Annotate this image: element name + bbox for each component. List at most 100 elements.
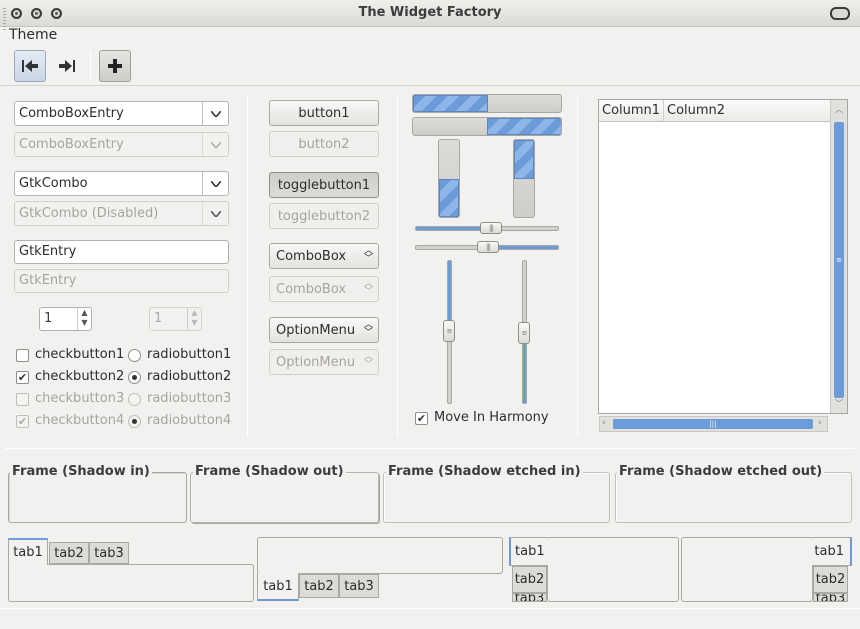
hscale-2-thumb[interactable]: ||| (477, 241, 499, 253)
updown-chevron-icon: ︿ ﹀ (363, 279, 373, 297)
notebook-left-tab1[interactable]: tab1 (509, 537, 548, 566)
radiobutton4-label: radiobutton4 (147, 413, 232, 428)
spin-up-icon[interactable]: ▲ (78, 308, 91, 318)
progress-bar-horizontal-1 (412, 94, 562, 113)
progress-fill (439, 179, 459, 217)
column2-header[interactable]: Column2 (664, 100, 828, 121)
notebook-right-tab2[interactable]: tab2 (813, 566, 848, 593)
horizontal-separator (5, 448, 855, 449)
optionmenu-disabled-label: OptionMenu (276, 354, 356, 370)
vertical-scrollbar[interactable]: ︿ ≡ ﹀ (830, 100, 847, 413)
column-separator (247, 96, 248, 436)
notebook-right-tab3[interactable]: tab3 (813, 593, 848, 602)
progress-bar-vertical-2 (513, 139, 535, 218)
toolbar-grip[interactable] (3, 8, 6, 30)
checkbutton2-label[interactable]: checkbutton2 (35, 369, 124, 384)
horizontal-scrollbar-thumb[interactable]: ||| (613, 419, 813, 429)
notebook-top-tab3[interactable]: tab3 (89, 542, 129, 564)
radiobutton1-label[interactable]: radiobutton1 (147, 347, 231, 362)
spin-button-disabled: 1 ▲ ▼ (149, 307, 202, 331)
togglebutton2: togglebutton2 (269, 203, 379, 229)
togglebutton1[interactable]: togglebutton1 (269, 172, 379, 198)
updown-chevron-icon[interactable]: ︿ ﹀ (364, 247, 373, 264)
spin-up-icon: ▲ (191, 308, 198, 317)
chevron-down-icon[interactable] (202, 172, 228, 195)
hscale-1-thumb[interactable]: ||| (480, 222, 502, 234)
vscale-1-thumb[interactable]: ≡ (443, 320, 455, 342)
optionmenu-label[interactable]: OptionMenu (276, 323, 355, 338)
gtk-entry[interactable]: GtkEntry (14, 240, 229, 264)
menubar: Theme (0, 27, 860, 47)
notebook-top-pane (8, 564, 254, 602)
scroll-right-icon[interactable]: › (818, 418, 822, 428)
combo-box-entry-disabled-text: ComboBoxEntry (19, 137, 124, 152)
checkbutton2-box[interactable]: ✔ (16, 371, 29, 384)
radiobutton2-label[interactable]: radiobutton2 (147, 369, 231, 384)
toolbar-separator (90, 52, 91, 80)
notebook-top-tab1[interactable]: tab1 (8, 538, 48, 565)
go-first-button[interactable] (14, 50, 46, 82)
scroll-up-icon[interactable]: ︿ (835, 104, 843, 115)
chevron-down-icon (202, 202, 228, 225)
frame-shadow-in (8, 472, 187, 523)
radiobutton2-circle[interactable] (128, 371, 141, 384)
checkbutton4-box: ✔ (16, 415, 29, 428)
notebook-top-tab2[interactable]: tab2 (49, 542, 89, 564)
notebook-bottom-tab1[interactable]: tab1 (257, 573, 299, 601)
gtk-combo-disabled-text: GtkCombo (Disabled) (19, 206, 159, 221)
frame-shadow-out-label: Frame (Shadow out) (193, 464, 346, 479)
scroll-left-icon[interactable]: ‹ (602, 418, 606, 428)
radiobutton1-circle[interactable] (128, 349, 141, 362)
restore-window-button[interactable] (830, 7, 850, 20)
updown-chevron-icon[interactable]: ︿ ﹀ (364, 321, 373, 338)
spin-button[interactable]: 1 ▲ ▼ (39, 307, 92, 331)
combobox-disabled: ComboBox ︿ ﹀ (269, 276, 379, 302)
spin-down-icon: ▼ (191, 318, 198, 327)
gtk-combo[interactable]: GtkCombo (14, 171, 229, 196)
vertical-scrollbar-thumb[interactable]: ≡ (834, 122, 844, 398)
move-in-harmony-box[interactable]: ✔ (415, 412, 428, 425)
notebook-left-tab3[interactable]: tab3 (512, 593, 547, 602)
checkbutton3-box (16, 393, 29, 406)
gtk-combo-text[interactable]: GtkCombo (15, 176, 202, 191)
updown-chevron-icon: ︿ ﹀ (363, 352, 373, 370)
add-icon (108, 59, 122, 73)
button1[interactable]: button1 (269, 100, 379, 126)
frame-shadow-etched-in-label: Frame (Shadow etched in) (386, 464, 583, 479)
notebook-left-tab2[interactable]: tab2 (512, 566, 547, 593)
tree-view[interactable]: Column1 Column2 (598, 99, 848, 414)
move-in-harmony-label[interactable]: Move In Harmony (434, 410, 549, 425)
spin-value[interactable]: 1 (40, 308, 77, 330)
go-last-icon (59, 60, 75, 72)
spin-down-icon[interactable]: ▼ (78, 318, 91, 328)
button2: button2 (269, 131, 379, 157)
combo-box-entry[interactable]: ComboBoxEntry (14, 101, 229, 126)
notebook-right-tab1[interactable]: tab1 (812, 537, 852, 566)
tree-header: Column1 Column2 (599, 100, 847, 122)
combobox-label[interactable]: ComboBox (276, 249, 346, 264)
spin-disabled-value: 1 (154, 311, 163, 326)
optionmenu[interactable]: OptionMenu ︿ ﹀ (269, 317, 379, 343)
frame-shadow-etched-in (383, 472, 610, 523)
column-separator (397, 96, 398, 436)
notebook-bottom-tab3[interactable]: tab3 (339, 574, 379, 598)
chevron-down-icon[interactable] (202, 102, 228, 125)
column1-header[interactable]: Column1 (599, 100, 664, 121)
gtk-combo-disabled: GtkCombo (Disabled) (14, 201, 229, 226)
vscale-2-thumb[interactable]: ≡ (518, 322, 530, 344)
statusbar-separator (0, 608, 860, 609)
notebook-bottom-tab2[interactable]: tab2 (299, 574, 339, 598)
combobox[interactable]: ComboBox ︿ ﹀ (269, 243, 379, 269)
menu-theme[interactable]: Theme (9, 27, 57, 43)
progress-fill (514, 140, 534, 179)
go-last-button[interactable] (51, 50, 83, 82)
radiobutton4-circle (128, 415, 141, 428)
checkbutton1-box[interactable] (16, 349, 29, 362)
combo-box-entry-text[interactable]: ComboBoxEntry (15, 106, 202, 121)
scroll-down-icon[interactable]: ﹀ (835, 398, 843, 409)
add-button[interactable] (99, 50, 131, 82)
checkbutton3-label: checkbutton3 (35, 391, 125, 406)
progress-bar-horizontal-2 (412, 117, 562, 136)
horizontal-scrollbar[interactable]: ‹ ||| › (599, 416, 828, 432)
checkbutton1-label[interactable]: checkbutton1 (35, 347, 124, 362)
